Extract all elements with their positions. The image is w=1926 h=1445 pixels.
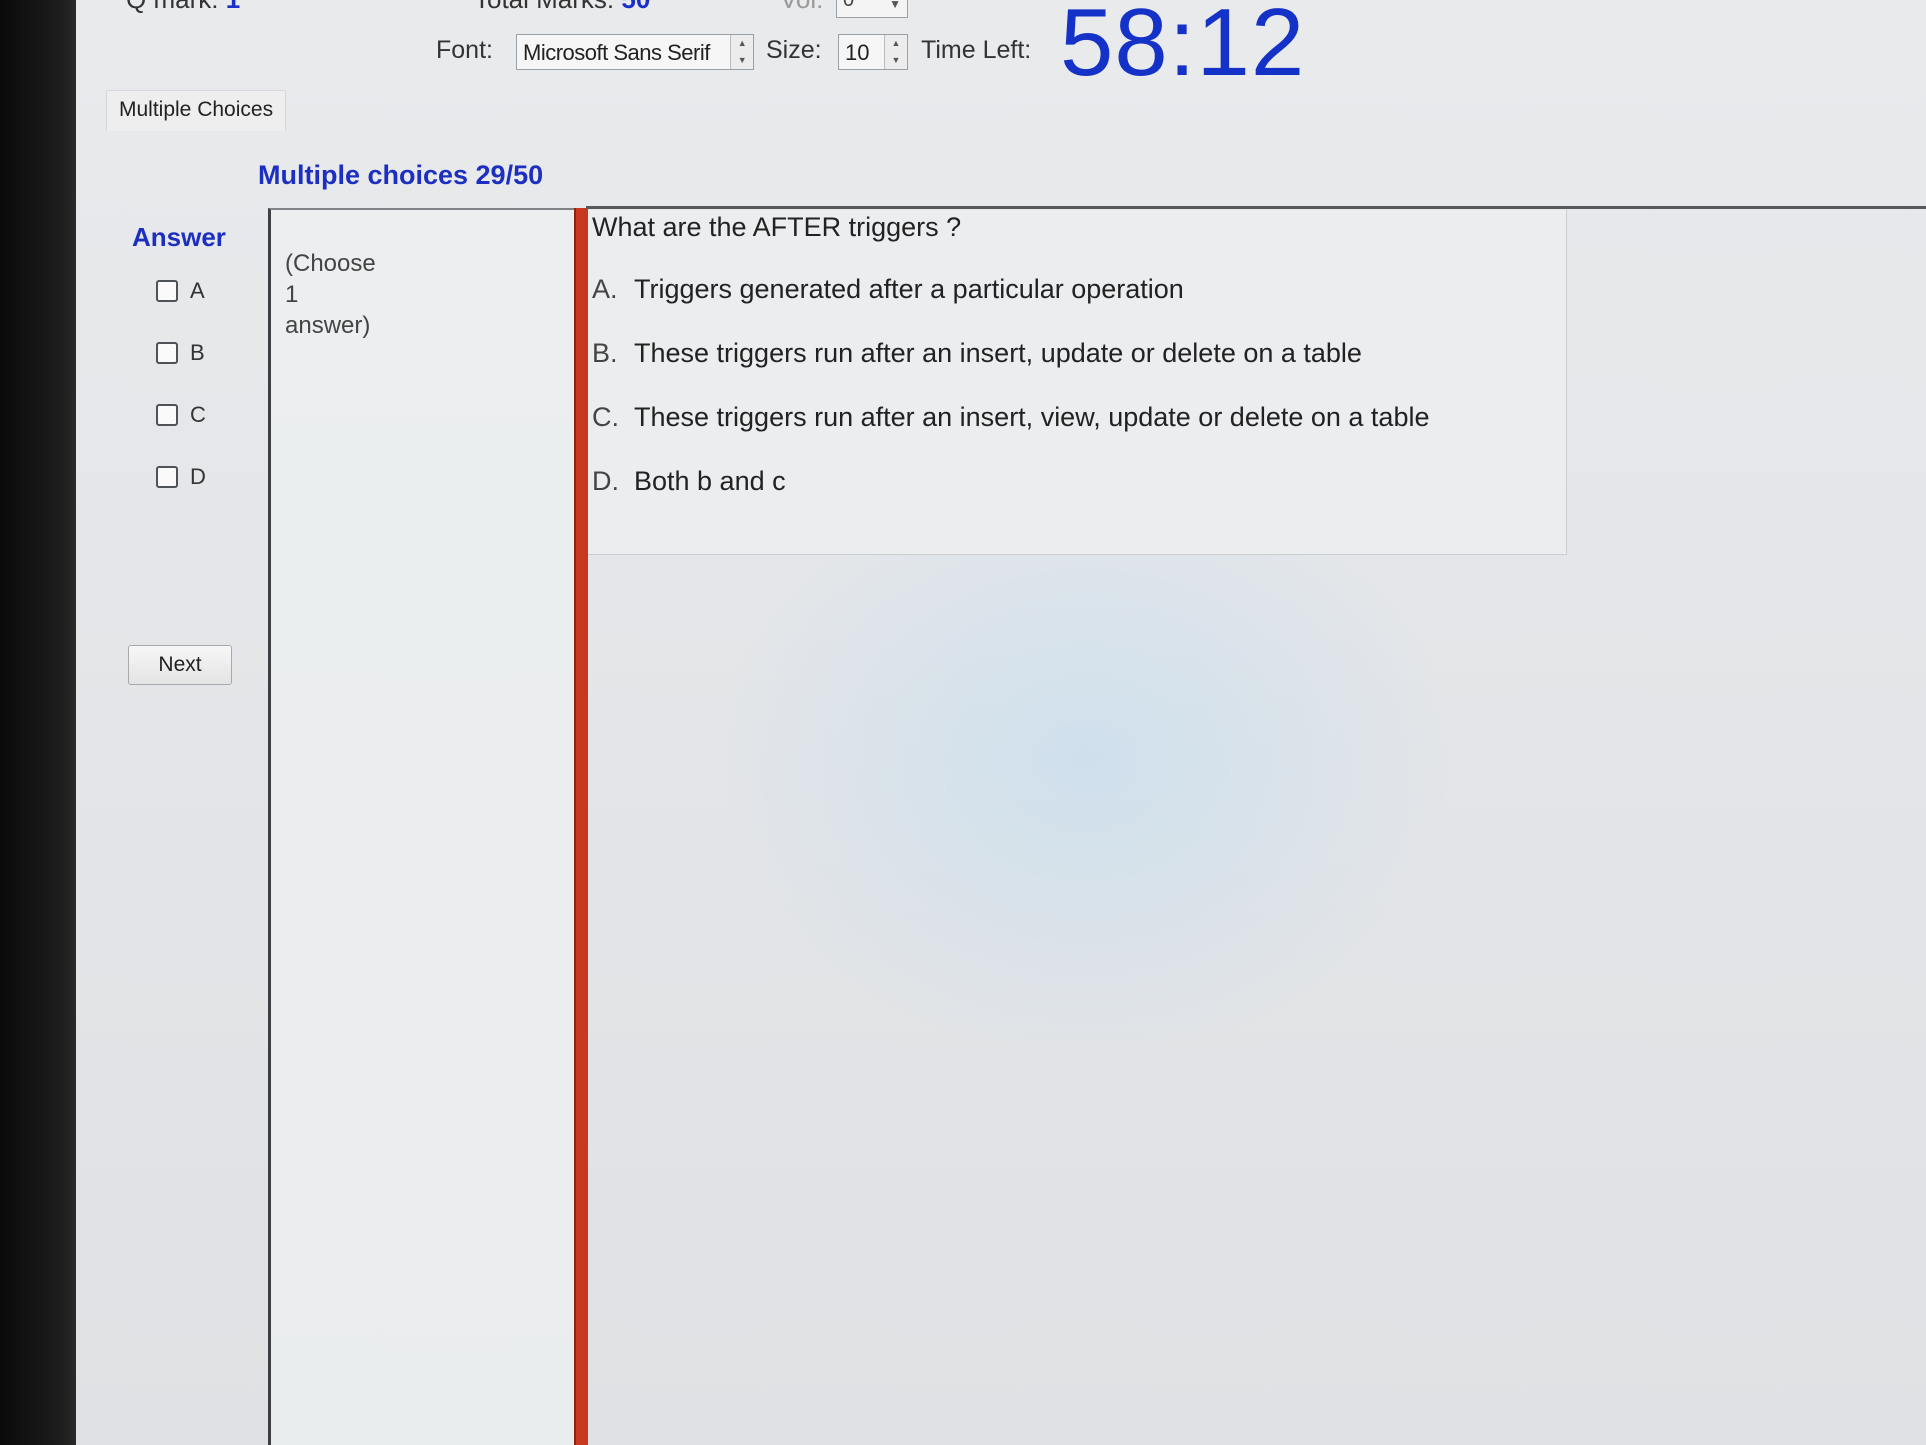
choice-text: Triggers generated after a particular op… bbox=[634, 274, 1184, 304]
answer-option-label: B bbox=[190, 340, 205, 365]
tab-multiple-choices[interactable]: Multiple Choices bbox=[106, 90, 287, 131]
chevron-down-icon: ▼ bbox=[889, 0, 901, 11]
volume-value: 0 bbox=[843, 0, 855, 11]
time-left-label: Time Left: bbox=[921, 36, 1032, 64]
choice-text: Both b and c bbox=[634, 466, 786, 496]
answer-option-label: A bbox=[190, 278, 205, 303]
spin-up-icon[interactable]: ▲ bbox=[731, 35, 753, 52]
instruction-line: 1 bbox=[285, 281, 299, 308]
choice-letter: D. bbox=[592, 466, 619, 496]
choice-text: These triggers run after an insert, upda… bbox=[634, 338, 1362, 368]
question-progress-title: Multiple choices 29/50 bbox=[258, 160, 544, 190]
instruction-line: answer) bbox=[285, 312, 371, 339]
answer-option-label: C bbox=[190, 402, 206, 427]
checkbox[interactable] bbox=[156, 342, 178, 364]
choice-letter: C. bbox=[592, 402, 619, 432]
spin-down-icon[interactable]: ▼ bbox=[731, 52, 753, 69]
size-select[interactable]: 10 ▲ ▼ bbox=[838, 34, 908, 70]
size-label: Size: bbox=[766, 36, 822, 64]
choice-text: These triggers run after an insert, view… bbox=[634, 402, 1430, 432]
font-select[interactable]: Microsoft Sans Serif ▲ ▼ bbox=[516, 34, 754, 70]
size-spinner[interactable]: ▲ ▼ bbox=[884, 35, 907, 69]
next-button[interactable]: Next bbox=[128, 645, 232, 685]
font-select-value: Microsoft Sans Serif bbox=[523, 40, 710, 65]
panel-divider bbox=[574, 208, 588, 1445]
size-select-value: 10 bbox=[845, 40, 870, 65]
answer-heading: Answer bbox=[132, 222, 226, 252]
countdown-timer: 58:12 bbox=[1060, 0, 1306, 96]
font-spinner[interactable]: ▲ ▼ bbox=[730, 35, 753, 69]
total-marks-label: Total Marks: 50 bbox=[474, 0, 650, 15]
checkbox[interactable] bbox=[156, 466, 178, 488]
spin-up-icon[interactable]: ▲ bbox=[885, 35, 907, 52]
choice-b: B. These triggers run after an insert, u… bbox=[592, 338, 1362, 369]
exam-window: Q mark: 1 Total Marks: 50 Vol: 0 ▼ Font:… bbox=[76, 0, 1926, 1445]
spin-down-icon[interactable]: ▼ bbox=[885, 52, 907, 69]
answer-option-a[interactable]: A bbox=[156, 276, 205, 306]
divider bbox=[586, 206, 1926, 209]
q-mark-label: Q mark: 1 bbox=[126, 0, 240, 15]
choice-letter: B. bbox=[592, 338, 618, 368]
font-label: Font: bbox=[436, 36, 493, 64]
checkbox[interactable] bbox=[156, 404, 178, 426]
monitor-bezel bbox=[0, 0, 76, 1445]
answer-option-d[interactable]: D bbox=[156, 462, 206, 492]
volume-select[interactable]: 0 ▼ bbox=[836, 0, 908, 18]
question-panel: What are the AFTER triggers ? A. Trigger… bbox=[588, 210, 1567, 555]
choice-a: A. Triggers generated after a particular… bbox=[592, 274, 1184, 305]
checkbox[interactable] bbox=[156, 280, 178, 302]
instruction-panel: (Choose 1 answer) bbox=[268, 208, 577, 1445]
question-text: What are the AFTER triggers ? bbox=[592, 212, 962, 242]
choice-d: D. Both b and c bbox=[592, 466, 786, 497]
answer-option-label: D bbox=[190, 464, 206, 489]
instruction-line: (Choose bbox=[285, 250, 376, 277]
volume-label: Vol: bbox=[780, 0, 823, 15]
choice-letter: A. bbox=[592, 274, 618, 304]
answer-option-b[interactable]: B bbox=[156, 338, 205, 368]
choice-c: C. These triggers run after an insert, v… bbox=[592, 402, 1429, 433]
choose-instruction: (Choose 1 answer) bbox=[285, 248, 395, 341]
answer-option-c[interactable]: C bbox=[156, 400, 206, 430]
